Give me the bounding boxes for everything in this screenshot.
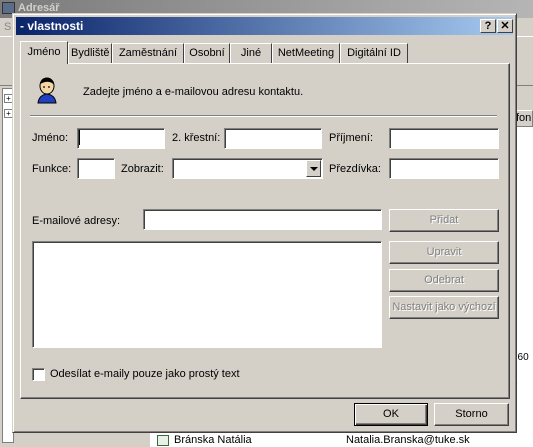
column-header-label: fon — [516, 112, 532, 124]
nickname-field[interactable] — [389, 158, 499, 179]
middle-name-label: 2. křestní: — [172, 132, 221, 144]
email-list[interactable] — [32, 241, 382, 348]
display-label: Zobrazit: — [121, 163, 164, 175]
nickname-label: Přezdívka: — [329, 163, 381, 175]
email-field[interactable] — [143, 209, 382, 230]
contact-card-icon — [157, 435, 169, 446]
chevron-down-icon[interactable] — [306, 160, 321, 177]
tab-zamestnani[interactable]: Zaměstnání — [112, 43, 184, 63]
close-button[interactable]: ✕ — [497, 19, 513, 33]
cancel-button[interactable]: Storno — [434, 403, 509, 426]
last-name-label: Příjmení: — [329, 132, 374, 144]
contact-properties-dialog: - vlastnosti ? ✕ Jméno Bydliště Zaměstná… — [12, 13, 517, 433]
contact-name: Bránska Natália — [174, 434, 252, 446]
person-icon — [37, 77, 57, 104]
menu-fragment[interactable]: S — [4, 21, 11, 33]
text-cursor — [79, 130, 80, 145]
tab-digitalni-id[interactable]: Digitální ID — [340, 43, 408, 63]
dialog-title: - vlastnosti — [20, 19, 84, 33]
table-row[interactable]: Bránska Natália Natalia.Branska@tuke.sk — [150, 433, 512, 447]
tab-jmeno[interactable]: Jméno — [20, 41, 68, 64]
remove-button[interactable]: Odebrat — [389, 269, 499, 292]
email-label: E-mailové adresy: — [32, 215, 121, 227]
middle-name-field[interactable] — [224, 128, 322, 149]
tab-bydliste[interactable]: Bydliště — [68, 43, 112, 63]
help-button[interactable]: ? — [480, 19, 496, 33]
ok-button[interactable]: OK — [354, 403, 428, 426]
plain-text-checkbox[interactable] — [32, 368, 45, 381]
plain-text-label[interactable]: Odesílat e-maily pouze jako prostý text — [50, 368, 240, 380]
last-name-field[interactable] — [389, 128, 499, 149]
divider — [30, 115, 497, 117]
dialog-titlebar: - vlastnosti ? ✕ — [16, 17, 513, 35]
job-title-field[interactable] — [77, 158, 115, 179]
job-title-label: Funkce: — [32, 163, 72, 175]
tab-netmeeting[interactable]: NetMeeting — [272, 43, 340, 63]
display-combobox[interactable] — [172, 158, 323, 179]
contact-email: Natalia.Branska@tuke.sk — [346, 434, 470, 446]
add-button[interactable]: Přidat — [389, 209, 499, 232]
set-default-button[interactable]: Nastavit jako výchozí — [389, 296, 499, 319]
edit-button[interactable]: Upravit — [389, 241, 499, 264]
first-name-field[interactable] — [77, 128, 165, 149]
intro-text: Zadejte jméno a e-mailovou adresu kontak… — [83, 86, 304, 98]
tab-osobni[interactable]: Osobní — [184, 43, 230, 63]
tab-jine[interactable]: Jiné — [230, 43, 272, 63]
first-name-label: Jméno: — [32, 132, 69, 144]
